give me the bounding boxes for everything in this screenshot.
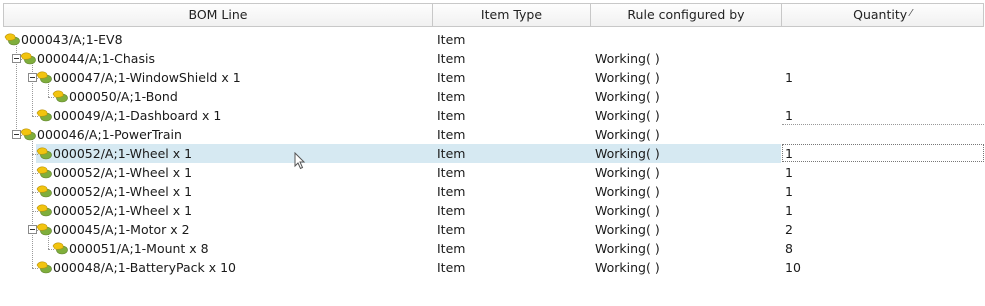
rule-configured-cell: Working( )	[595, 165, 660, 180]
bom-line-label[interactable]: 000051/A;1-Mount x 8	[69, 239, 209, 258]
quantity-cell[interactable]: 1	[785, 201, 793, 220]
rule-configured-cell: Working( )	[595, 70, 660, 85]
item-icon	[36, 261, 52, 274]
column-header-quantity[interactable]: Quantity ⁄	[782, 3, 984, 27]
item-icon	[36, 204, 52, 217]
quantity-cell[interactable]: 2	[785, 220, 793, 239]
item-type-cell: Item	[437, 222, 466, 237]
column-header-label: Item Type	[480, 7, 543, 22]
quantity-cell[interactable]: 1	[785, 68, 793, 87]
item-icon	[36, 166, 52, 179]
table-header: BOM Line Item Type Rule configured by Qu…	[0, 0, 985, 28]
bom-line-label[interactable]: 000052/A;1-Wheel x 1	[53, 163, 192, 182]
rule-configured-cell: Working( )	[595, 184, 660, 199]
item-icon	[20, 128, 36, 141]
item-icon	[4, 33, 20, 46]
column-header-label: Quantity	[853, 7, 908, 22]
bom-line-label[interactable]: 000052/A;1-Wheel x 1	[53, 144, 192, 163]
rule-configured-cell: Working( )	[595, 51, 660, 66]
item-icon	[52, 90, 68, 103]
table-row[interactable]: 000043/A;1-EV8 Item	[0, 30, 985, 49]
table-row[interactable]: 000048/A;1-BatteryPack x 10 Item Working( …	[0, 258, 985, 277]
rule-configured-cell: Working( )	[595, 89, 660, 104]
rule-configured-cell: Working( )	[595, 108, 660, 123]
rule-configured-cell: Working( )	[595, 241, 660, 256]
bom-line-label[interactable]: 000052/A;1-Wheel x 1	[53, 182, 192, 201]
quantity-cell[interactable]: 10	[785, 258, 801, 277]
bom-line-label[interactable]: 000050/A;1-Bond	[69, 87, 178, 106]
sort-indicator-icon[interactable]: ⁄	[910, 8, 912, 19]
column-header-item-type[interactable]: Item Type	[433, 3, 591, 27]
rule-configured-cell: Working( )	[595, 127, 660, 142]
item-icon	[36, 185, 52, 198]
table-row[interactable]: 000045/A;1-Motor x 2 Item Working( ) 2	[0, 220, 985, 239]
table-row[interactable]: 000049/A;1-Dashboard x 1 Item Working( ) 1	[0, 106, 985, 125]
table-row[interactable]: 000051/A;1-Mount x 8 Item Working( ) 8	[0, 239, 985, 258]
bom-line-label[interactable]: 000045/A;1-Motor x 2	[53, 220, 190, 239]
table-row[interactable]: 000050/A;1-Bond Item Working( )	[0, 87, 985, 106]
table-row[interactable]: 000052/A;1-Wheel x 1 Item Working( ) 1	[0, 201, 985, 220]
quantity-cell[interactable]: 1	[785, 106, 793, 125]
item-type-cell: Item	[437, 260, 466, 275]
item-type-cell: Item	[437, 32, 466, 47]
rule-configured-cell: Working( )	[595, 260, 660, 275]
bom-line-label[interactable]: 000047/A;1-WindowShield x 1	[53, 68, 241, 87]
item-type-cell: Item	[437, 51, 466, 66]
column-header-rule-configured-by[interactable]: Rule configured by	[591, 3, 782, 27]
item-icon	[36, 147, 52, 160]
table-row[interactable]: 000052/A;1-Wheel x 1 Item Working( ) 1	[0, 163, 985, 182]
rule-configured-cell: Working( )	[595, 146, 660, 161]
item-icon	[36, 71, 52, 84]
bom-line-label[interactable]: 000052/A;1-Wheel x 1	[53, 201, 192, 220]
item-type-cell: Item	[437, 146, 466, 161]
bom-line-label[interactable]: 000046/A;1-PowerTrain	[37, 125, 182, 144]
table-row[interactable]: 000044/A;1-Chasis Item Working( )	[0, 49, 985, 68]
mouse-cursor-icon	[294, 152, 306, 170]
item-type-cell: Item	[437, 184, 466, 199]
bom-line-label[interactable]: 000049/A;1-Dashboard x 1	[53, 106, 221, 125]
quantity-cell[interactable]: 1	[785, 144, 793, 163]
quantity-cell[interactable]: 1	[785, 163, 793, 182]
bom-line-label[interactable]: 000048/A;1-BatteryPack x 10	[53, 258, 236, 277]
item-type-cell: Item	[437, 241, 466, 256]
item-type-cell: Item	[437, 165, 466, 180]
column-header-label: Rule configured by	[627, 7, 745, 22]
column-header-bom-line[interactable]: BOM Line	[3, 3, 433, 27]
quantity-cell[interactable]: 8	[785, 239, 793, 258]
quantity-cell[interactable]: 1	[785, 182, 793, 201]
rule-configured-cell: Working( )	[595, 203, 660, 218]
item-type-cell: Item	[437, 203, 466, 218]
bom-line-label[interactable]: 000044/A;1-Chasis	[37, 49, 155, 68]
item-icon	[36, 223, 52, 236]
item-icon	[36, 109, 52, 122]
item-type-cell: Item	[437, 127, 466, 142]
item-type-cell: Item	[437, 89, 466, 104]
table-row[interactable]: 000046/A;1-PowerTrain Item Working( )	[0, 125, 985, 144]
bom-tree-table: BOM Line Item Type Rule configured by Qu…	[0, 0, 985, 306]
bom-line-label[interactable]: 000043/A;1-EV8	[21, 30, 123, 49]
table-row[interactable]: 000052/A;1-Wheel x 1 Item Working( ) 1	[0, 182, 985, 201]
table-row[interactable]: 000052/A;1-Wheel x 1 Item Working( ) 1	[0, 144, 985, 163]
column-header-label: BOM Line	[188, 7, 248, 22]
rule-configured-cell: Working( )	[595, 222, 660, 237]
item-icon	[20, 52, 36, 65]
item-icon	[52, 242, 68, 255]
table-row[interactable]: 000047/A;1-WindowShield x 1 Item Working( …	[0, 68, 985, 87]
quantity-edit-focus[interactable]	[782, 144, 984, 162]
item-type-cell: Item	[437, 70, 466, 85]
item-type-cell: Item	[437, 108, 466, 123]
